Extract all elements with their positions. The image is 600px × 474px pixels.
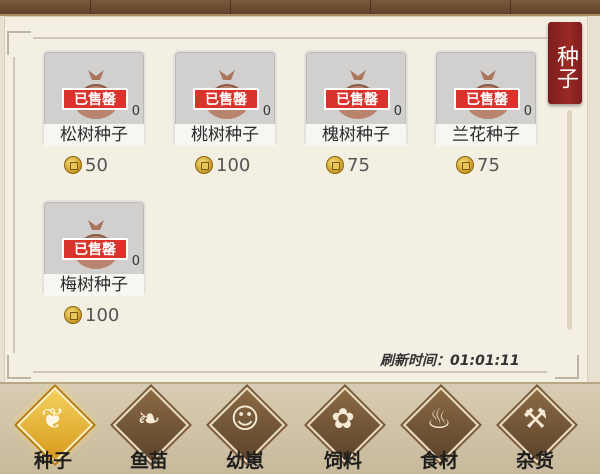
item-price: 75 [326,153,370,177]
tab-label: 幼崽 [225,450,264,472]
axe-icon: ⚒ [522,402,548,435]
price-value: 75 [347,154,370,176]
item-price: 50 [64,153,108,177]
coin-icon [456,156,474,174]
coin-icon [64,306,82,324]
stock-count: 0 [523,104,532,119]
coin-icon [195,156,213,174]
panel-border [13,57,15,353]
stock-count: 0 [393,104,402,119]
tab-cubs[interactable]: ☺ 幼崽 [206,386,286,472]
item-card[interactable]: 已售罄 0 槐树种子 [304,50,408,146]
stock-count: 0 [131,254,140,269]
item-card[interactable]: 已售罄 0 梅树种子 [42,200,146,296]
wood-plank [230,0,231,14]
refresh-time: 01:01:11 [450,353,520,369]
coin-icon [326,156,344,174]
refresh-timer: 刷新时间：01:01:11 [380,350,520,370]
item-name: 槐树种子 [306,124,406,146]
wood-plank [370,0,371,14]
teapot-icon: ♨ [426,402,452,435]
tab-feed[interactable]: ✿ 饲料 [304,386,384,472]
item-name: 梅树种子 [44,274,144,296]
tab-ingredients[interactable]: ♨ 食材 [400,386,480,472]
stock-count: 0 [131,104,140,119]
item-list-scrollbar[interactable] [567,110,572,330]
item-card[interactable]: 已售罄 0 桃树种子 [173,50,277,146]
tab-label: 杂货 [515,450,554,472]
coin-icon [64,156,82,174]
seed-icon: ❦ [41,402,65,435]
wood-plank [90,0,91,14]
item-card[interactable]: 已售罄 0 兰花种子 [434,50,538,146]
category-tab-bar: ❦ 种子 ❧ 鱼苗 ☺ 幼崽 ✿ 饲料 ♨ 食材 ⚒ 杂货 [0,382,600,474]
tab-label: 鱼苗 [129,450,168,472]
category-tag: 种子 [548,22,582,104]
price-value: 75 [477,154,500,176]
tab-seeds[interactable]: ❦ 种子 [14,386,94,472]
stock-count: 0 [262,104,271,119]
price-value: 100 [216,154,251,176]
tab-label: 食材 [419,450,458,472]
tab-label: 饲料 [323,450,362,472]
item-price: 100 [195,153,250,177]
panel-border [33,371,547,373]
tab-fry[interactable]: ❧ 鱼苗 [110,386,190,472]
item-price: 100 [64,303,119,327]
sold-out-badge: 已售罄 [193,88,259,110]
item-price: 75 [456,153,500,177]
tab-label: 种子 [33,450,72,472]
tab-sundries[interactable]: ⚒ 杂货 [496,386,576,472]
fish-icon: ❧ [137,402,161,435]
item-name: 桃树种子 [175,124,275,146]
price-value: 50 [85,154,108,176]
sold-out-badge: 已售罄 [62,238,128,260]
top-wood-strip [0,0,600,16]
sold-out-badge: 已售罄 [454,88,520,110]
feed-icon: ✿ [331,402,355,435]
item-card[interactable]: 已售罄 0 松树种子 [42,50,146,146]
corner-ornament [7,31,31,55]
corner-ornament [555,355,579,379]
wood-plank [510,0,511,14]
item-name: 松树种子 [44,124,144,146]
refresh-label: 刷新时间： [380,353,450,369]
item-name: 兰花种子 [436,124,536,146]
sold-out-badge: 已售罄 [62,88,128,110]
pig-icon: ☺ [230,402,260,435]
price-value: 100 [85,304,120,326]
corner-ornament [7,355,31,379]
panel-border [33,37,547,39]
sold-out-badge: 已售罄 [324,88,390,110]
